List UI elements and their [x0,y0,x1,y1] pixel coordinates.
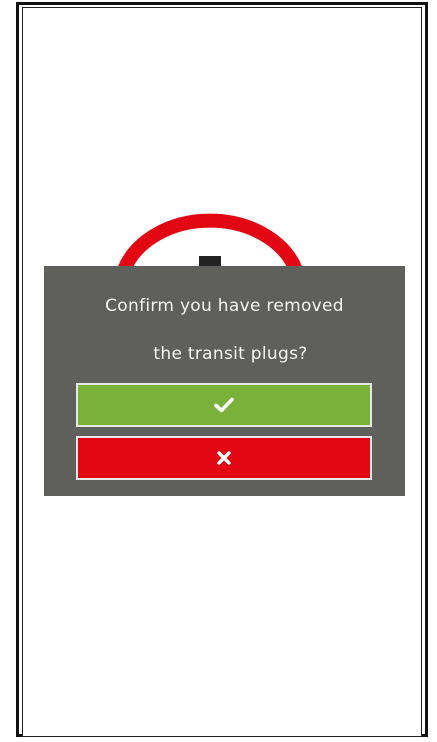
dialog-question-line1: Confirm you have removed [105,296,344,316]
cancel-button[interactable] [76,436,372,480]
close-icon [217,451,231,465]
confirm-button[interactable] [76,383,372,427]
checkmark-icon [214,397,234,413]
confirm-dialog: Confirm you have removed the transit plu… [44,266,405,496]
dialog-question-line2: the transit plugs? [153,344,308,364]
